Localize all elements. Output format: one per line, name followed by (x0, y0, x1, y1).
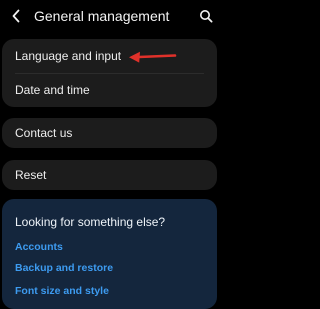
reset-label: Reset (15, 168, 47, 182)
settings-card-contact: Contact us (2, 118, 217, 148)
app-header: General management (0, 0, 221, 32)
back-button[interactable] (8, 8, 24, 24)
search-icon (200, 10, 213, 23)
font-size-and-style-link[interactable]: Font size and style (15, 284, 109, 298)
settings-card-language-date: Language and input Date and time (2, 39, 217, 107)
language-and-input-item[interactable]: Language and input (2, 41, 217, 71)
date-and-time-label: Date and time (15, 83, 90, 97)
page-title: General management (34, 8, 170, 24)
red-arrow-icon (129, 51, 177, 63)
accounts-link[interactable]: Accounts (15, 240, 63, 254)
contact-us-item[interactable]: Contact us (2, 118, 217, 148)
settings-card-reset: Reset (2, 160, 217, 190)
divider (15, 73, 204, 74)
suggestions-card: Looking for something else? Accounts Bac… (2, 199, 217, 309)
search-button[interactable] (198, 8, 214, 24)
backup-and-restore-link[interactable]: Backup and restore (15, 261, 113, 275)
language-and-input-label: Language and input (15, 49, 122, 63)
date-and-time-item[interactable]: Date and time (2, 75, 217, 105)
chevron-left-icon (12, 9, 20, 23)
reset-item[interactable]: Reset (2, 160, 217, 190)
contact-us-label: Contact us (15, 126, 73, 140)
suggestions-title: Looking for something else? (15, 215, 166, 229)
